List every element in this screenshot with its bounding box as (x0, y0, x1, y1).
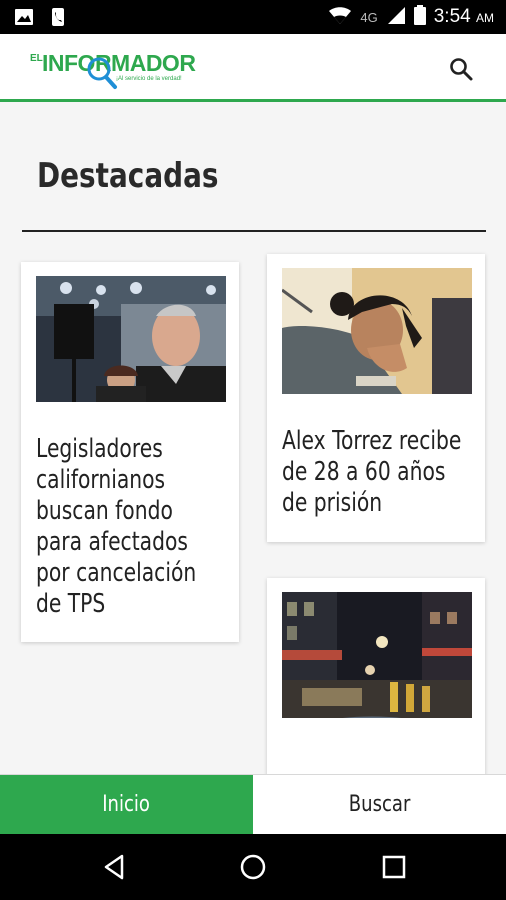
article-card[interactable] (267, 578, 485, 788)
network-type: 4G (360, 9, 378, 25)
home-icon[interactable] (238, 852, 268, 882)
article-headline[interactable]: Legisladores californianos buscan fondo … (36, 434, 215, 620)
logo[interactable]: EL INFORMADOR ¡Al servicio de la verdad! (30, 50, 230, 89)
search-icon[interactable] (448, 56, 474, 82)
section-title: Destacadas (37, 156, 219, 196)
tab-buscar-label: Buscar (348, 792, 411, 817)
magnifier-logo-icon (87, 57, 117, 89)
article-image (282, 592, 472, 718)
recents-icon[interactable] (379, 852, 409, 882)
app-bar: EL INFORMADOR ¡Al servicio de la verdad! (0, 34, 506, 102)
article-image (282, 268, 472, 394)
tab-buscar[interactable]: Buscar (253, 775, 506, 834)
tab-inicio[interactable]: Inicio (0, 775, 253, 834)
image-notification-icon (14, 7, 34, 27)
section-divider (22, 230, 486, 232)
clock-ampm: AM (476, 11, 494, 25)
battery-icon (413, 5, 426, 29)
article-card[interactable]: Alex Torrez recibe de 28 a 60 años de pr… (267, 254, 485, 542)
system-navigation-bar (0, 834, 506, 900)
logo-tagline: ¡Al servicio de la verdad! (116, 76, 182, 82)
phone-notification-icon (48, 7, 68, 27)
wifi-icon (328, 5, 352, 29)
back-icon[interactable] (100, 852, 130, 882)
article-card[interactable]: Legisladores californianos buscan fondo … (21, 262, 239, 642)
tab-inicio-label: Inicio (102, 792, 151, 817)
article-image (36, 276, 226, 402)
logo-wordmark: INFORMADOR (42, 50, 196, 76)
logo-el: EL (30, 53, 43, 64)
bottom-navigation: Inicio Buscar (0, 774, 506, 834)
signal-icon (386, 5, 406, 29)
status-bar: 4G 3:54 AM (0, 0, 506, 34)
article-headline[interactable]: Alex Torrez recibe de 28 a 60 años de pr… (282, 426, 469, 519)
clock: 3:54 AM (434, 6, 494, 28)
clock-time: 3:54 (433, 6, 471, 27)
